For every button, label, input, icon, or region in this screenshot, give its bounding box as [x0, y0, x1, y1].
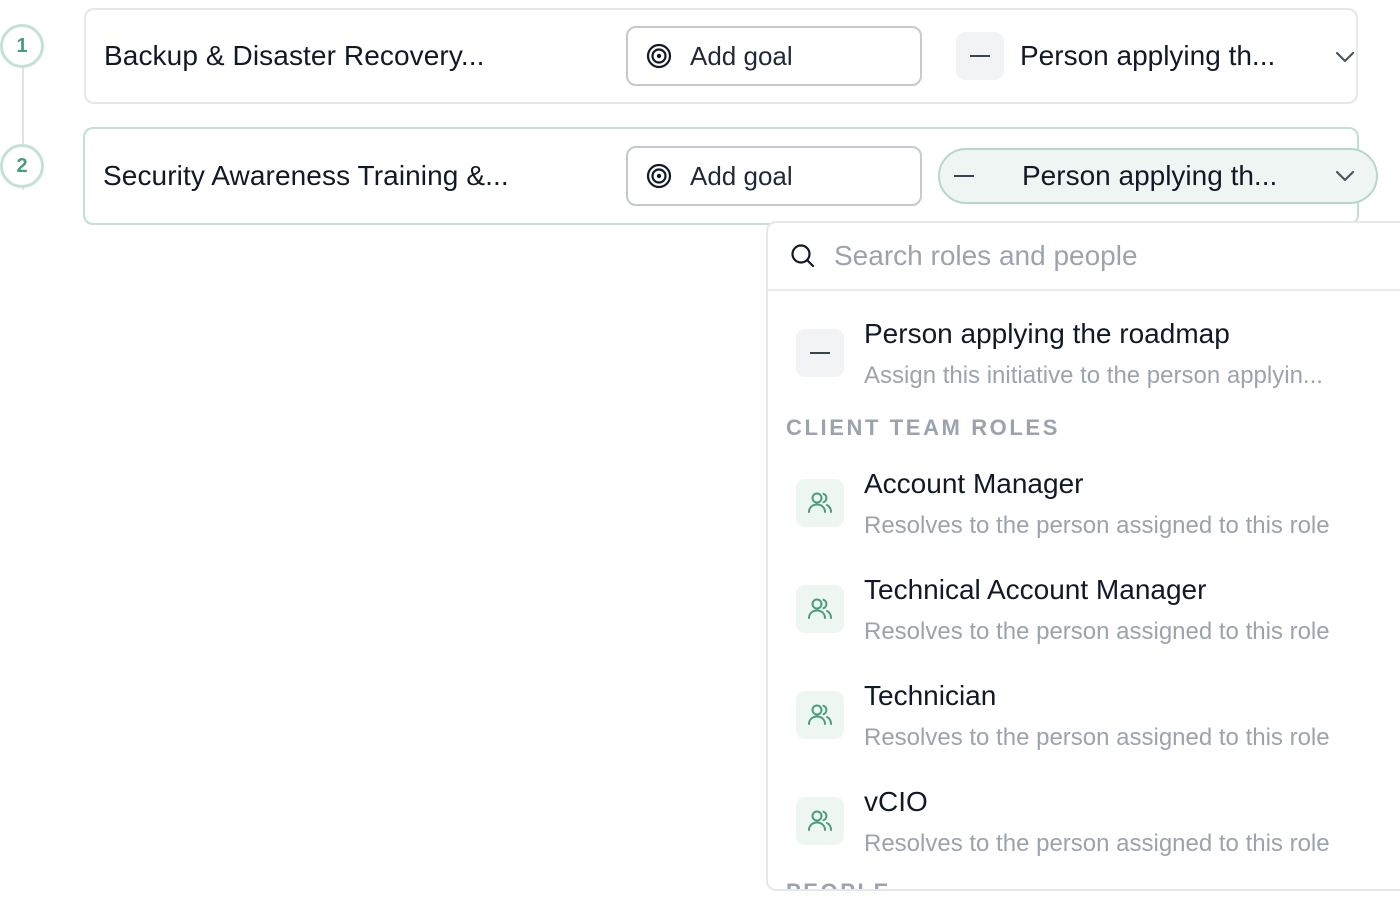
option-description: Resolves to the person assigned to this … [864, 512, 1330, 539]
step-number-1: 1 [0, 24, 44, 68]
dash-icon [956, 32, 1004, 80]
dash-icon [940, 152, 988, 200]
section-header-client-team-roles: CLIENT TEAM ROLES [786, 415, 1060, 440]
search-input[interactable] [834, 240, 1374, 272]
users-icon [796, 585, 844, 633]
assignee-label: Person applying th... [1020, 40, 1276, 71]
search-icon [791, 244, 815, 268]
add-goal-button[interactable]: Add goal [626, 26, 922, 86]
option-description: Resolves to the person assigned to this … [864, 618, 1330, 645]
assignee-label: Person applying th... [1022, 160, 1278, 191]
target-icon [646, 43, 672, 69]
initiative-title: Backup & Disaster Recovery... [104, 40, 485, 71]
dash-icon [796, 329, 844, 377]
initiative-title: Security Awareness Training &... [103, 160, 509, 191]
assignee-select-open[interactable]: Person applying th... [938, 148, 1378, 204]
assignee-dropdown: Person applying the roadmap Assign this … [766, 221, 1400, 891]
option-role[interactable]: vCIO Resolves to the person assigned to … [796, 785, 1330, 859]
users-icon [796, 691, 844, 739]
chevron-down-icon [1335, 170, 1355, 182]
option-description: Resolves to the person assigned to this … [864, 830, 1330, 857]
add-goal-label: Add goal [690, 40, 793, 71]
option-title: Technician [864, 680, 997, 711]
option-description: Resolves to the person assigned to this … [864, 724, 1330, 751]
option-person-applying[interactable]: Person applying the roadmap Assign this … [796, 317, 1323, 391]
option-title: Person applying the roadmap [864, 318, 1230, 349]
add-goal-button[interactable]: Add goal [626, 146, 922, 206]
users-icon [796, 479, 844, 527]
option-role[interactable]: Account Manager Resolves to the person a… [796, 467, 1330, 541]
chevron-down-icon [1335, 51, 1355, 63]
option-title: vCIO [864, 786, 928, 817]
option-role[interactable]: Technician Resolves to the person assign… [796, 679, 1330, 753]
search-bar [768, 223, 1400, 291]
add-goal-label: Add goal [690, 160, 793, 191]
initiative-row-1[interactable]: Backup & Disaster Recovery... Add goal P… [84, 8, 1358, 104]
option-title: Account Manager [864, 468, 1084, 499]
option-description: Assign this initiative to the person app… [864, 362, 1323, 389]
option-role[interactable]: Technical Account Manager Resolves to th… [796, 573, 1330, 647]
users-icon [796, 797, 844, 845]
target-icon [646, 163, 672, 189]
assignee-select[interactable]: Person applying th... [956, 32, 1356, 80]
step-number-2: 2 [0, 144, 44, 188]
option-title: Technical Account Manager [864, 574, 1207, 605]
section-header-people: PEOPLE [786, 879, 891, 889]
